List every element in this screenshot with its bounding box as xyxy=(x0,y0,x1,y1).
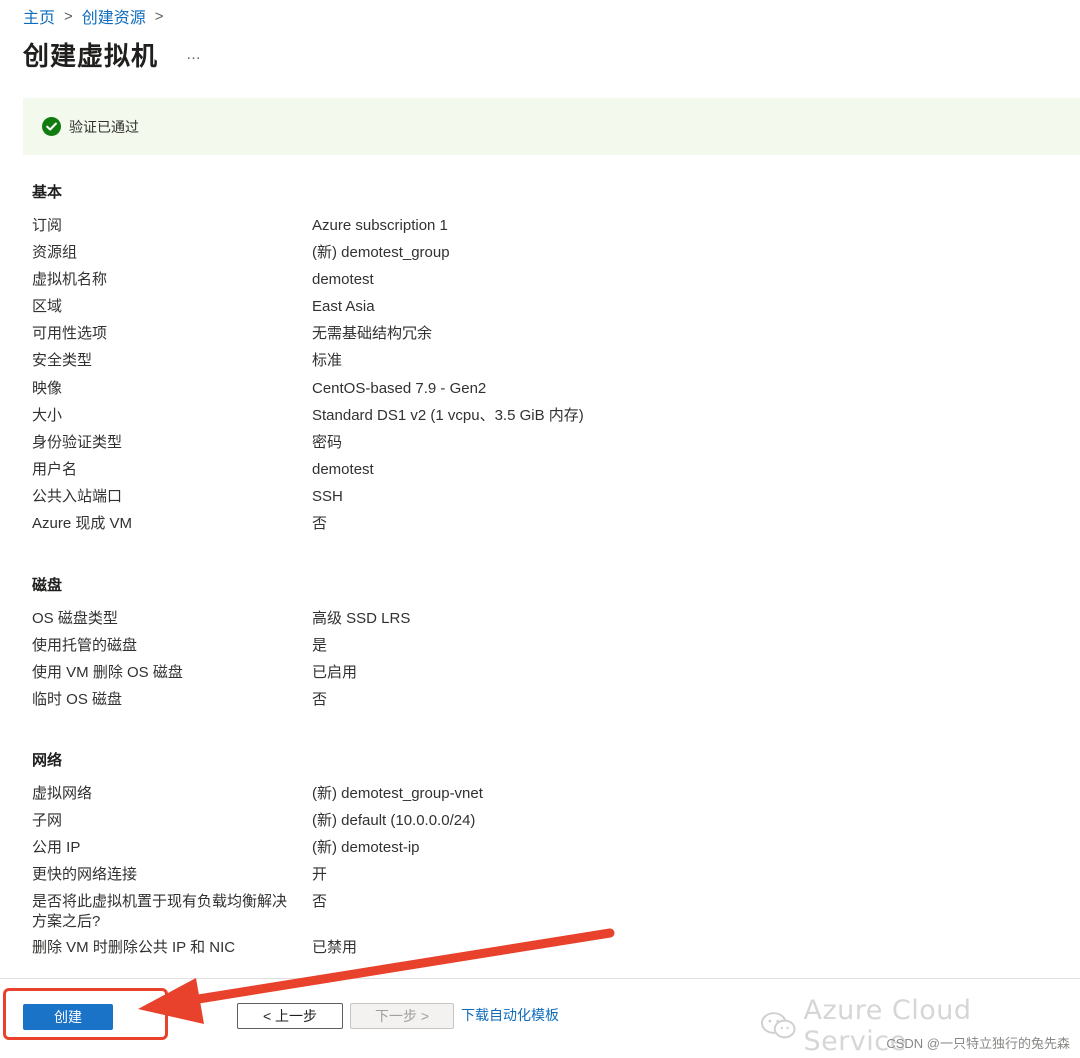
summary-row: 公共入站端口 SSH xyxy=(32,487,584,514)
validation-text: 验证已通过 xyxy=(69,118,139,135)
summary-row: 身份验证类型 密码 xyxy=(32,433,584,460)
summary-row: OS 磁盘类型 高级 SSD LRS xyxy=(32,609,410,636)
row-value: 已禁用 xyxy=(312,939,358,957)
row-value: 是 xyxy=(312,637,328,655)
row-label: 身份验证类型 xyxy=(32,433,123,451)
row-value: (新) demotest_group-vnet xyxy=(312,785,483,802)
summary-row: 删除 VM 时删除公共 IP 和 NIC 已禁用 xyxy=(32,938,483,965)
breadcrumb-home-link[interactable]: 主页 xyxy=(23,4,55,28)
section-network: 网络 虚拟网络 (新) demotest_group-vnet 子网 (新) def… xyxy=(32,749,483,965)
validation-banner: 验证已通过 xyxy=(23,98,1080,155)
breadcrumb: 主页 > 创建资源 > xyxy=(23,4,173,28)
row-value: Azure subscription 1 xyxy=(312,217,448,234)
summary-row: 安全类型 标准 xyxy=(32,351,584,378)
row-value: 开 xyxy=(312,866,328,884)
row-value: (新) demotest-ip xyxy=(312,839,420,857)
row-label: 使用托管的磁盘 xyxy=(32,637,138,655)
row-label: 用户名 xyxy=(32,460,78,478)
section-basics: 基本 订阅 Azure subscription 1 资源组 (新) demotes… xyxy=(32,181,584,541)
row-value: (新) demotest_group xyxy=(312,244,450,262)
download-template-link[interactable]: 下载自动化模板 xyxy=(461,1005,559,1025)
summary-row: 区域 East Asia xyxy=(32,297,584,324)
row-label: 安全类型 xyxy=(32,352,93,370)
row-label: 虚拟网络 xyxy=(32,785,93,802)
row-value: SSH xyxy=(312,487,343,505)
row-value: 标准 xyxy=(312,352,343,370)
row-value: Standard DS1 v2 (1 vcpu、3.5 GiB 内存) xyxy=(312,406,584,424)
row-label: 公用 IP xyxy=(32,839,81,857)
chevron-right-icon: > xyxy=(154,7,164,25)
summary-row: Azure 现成 VM 否 xyxy=(32,514,584,541)
section-title: 基本 xyxy=(32,184,63,201)
summary-row: 资源组 (新) demotest_group xyxy=(32,243,584,270)
title-row: 创建虚拟机 … xyxy=(23,36,201,73)
row-value: 密码 xyxy=(312,433,343,451)
row-value: 否 xyxy=(312,515,328,533)
row-value: CentOS-based 7.9 - Gen2 xyxy=(312,379,487,397)
summary-row: 更快的网络连接 开 xyxy=(32,865,483,892)
row-label: Azure 现成 VM xyxy=(32,515,133,533)
csdn-watermark: CSDN @一只特立独行的兔先森 xyxy=(886,1036,1070,1051)
row-label: 公共入站端口 xyxy=(32,487,123,505)
row-label: 订阅 xyxy=(32,217,63,234)
row-value: East Asia xyxy=(312,298,375,316)
row-label: 是否将此虚拟机置于现有负载均衡解决方案之后? xyxy=(32,893,288,931)
row-label: 更快的网络连接 xyxy=(32,866,138,884)
previous-button[interactable]: < 上一步 xyxy=(237,1003,343,1029)
summary-row: 子网 (新) default (10.0.0.0/24) xyxy=(32,811,483,838)
row-value: 高级 SSD LRS xyxy=(312,610,411,627)
row-value: 否 xyxy=(312,893,328,911)
annotation-highlight-box xyxy=(3,988,168,1040)
summary-row: 使用托管的磁盘 是 xyxy=(32,636,410,663)
row-label: 子网 xyxy=(32,812,63,830)
wechat-icon xyxy=(760,1012,796,1039)
row-value: 无需基础结构冗余 xyxy=(312,325,433,343)
row-value: demotest xyxy=(312,271,374,289)
chevron-right-icon: > xyxy=(64,7,73,25)
row-label: 区域 xyxy=(32,298,63,316)
more-options-button[interactable]: … xyxy=(186,46,201,63)
row-label: 资源组 xyxy=(32,244,78,262)
summary-row: 可用性选项 无需基础结构冗余 xyxy=(32,324,584,351)
summary-row: 是否将此虚拟机置于现有负载均衡解决方案之后? 否 xyxy=(32,892,483,938)
summary-row: 大小 Standard DS1 v2 (1 vcpu、3.5 GiB 内存) xyxy=(32,406,584,433)
row-value: (新) default (10.0.0.0/24) xyxy=(312,812,476,830)
summary-row: 临时 OS 磁盘 否 xyxy=(32,690,410,717)
row-label: 大小 xyxy=(32,406,63,424)
section-title: 磁盘 xyxy=(32,577,63,594)
row-label: 临时 OS 磁盘 xyxy=(32,691,123,709)
summary-row: 公用 IP (新) demotest-ip xyxy=(32,838,483,865)
summary-row: 用户名 demotest xyxy=(32,460,584,487)
summary-row: 使用 VM 删除 OS 磁盘 已启用 xyxy=(32,663,410,690)
breadcrumb-create-resource-link[interactable]: 创建资源 xyxy=(82,4,146,28)
row-label: 可用性选项 xyxy=(32,325,108,343)
summary-row: 虚拟机名称 demotest xyxy=(32,270,584,297)
row-label: 删除 VM 时删除公共 IP 和 NIC xyxy=(32,939,236,957)
row-value: demotest xyxy=(312,460,374,478)
summary-row: 映像 CentOS-based 7.9 - Gen2 xyxy=(32,379,584,406)
row-value: 否 xyxy=(312,691,328,709)
row-label: 虚拟机名称 xyxy=(32,271,108,289)
next-button: 下一步 > xyxy=(350,1003,454,1029)
row-label: 使用 VM 删除 OS 磁盘 xyxy=(32,664,183,682)
success-check-icon xyxy=(42,117,61,136)
row-label: OS 磁盘类型 xyxy=(32,610,118,627)
section-disks: 磁盘 OS 磁盘类型 高级 SSD LRS 使用托管的磁盘 是 使用 VM 删除 O… xyxy=(32,574,410,717)
page-title: 创建虚拟机 xyxy=(23,41,159,71)
row-value: 已启用 xyxy=(312,664,358,682)
section-title: 网络 xyxy=(32,752,63,769)
summary-row: 订阅 Azure subscription 1 xyxy=(32,216,584,243)
row-label: 映像 xyxy=(32,379,63,397)
summary-row: 虚拟网络 (新) demotest_group-vnet xyxy=(32,784,483,811)
